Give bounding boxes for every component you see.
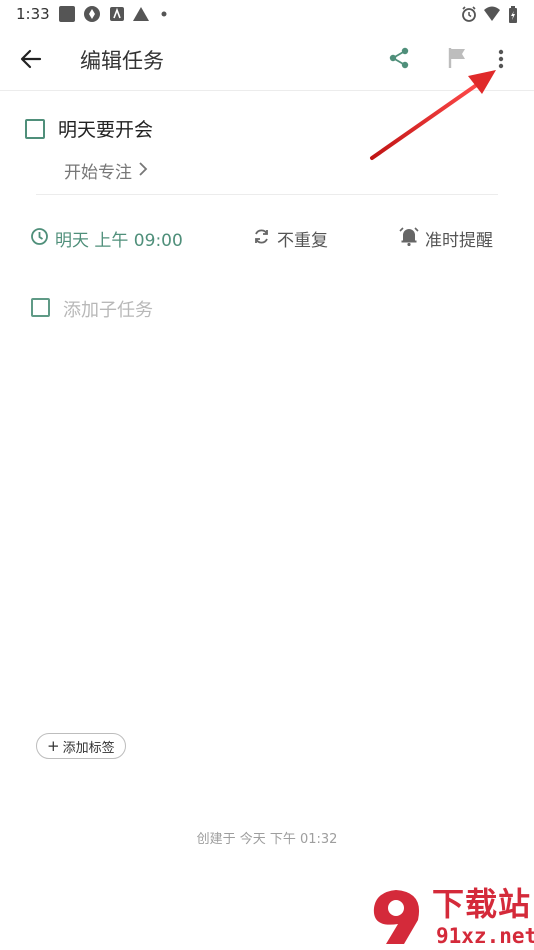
repeat-label: 不重复 <box>277 231 328 251</box>
page-title: 编辑任务 <box>80 49 164 73</box>
created-timestamp: 创建于 今天 下午 01:32 <box>196 832 338 847</box>
alarm-bell-icon <box>399 226 419 251</box>
notification-square-icon <box>59 6 75 22</box>
repeat-icon <box>252 227 271 251</box>
watermark-url: 91xz.net <box>436 924 534 948</box>
due-date-button[interactable]: 明天 上午 09:00 <box>30 226 183 251</box>
add-tag-button[interactable]: + 添加标签 <box>36 733 126 759</box>
site-watermark: 下载站 91xz.net <box>366 885 534 948</box>
alarm-icon <box>461 6 477 22</box>
start-focus-label: 开始专注 <box>64 163 132 183</box>
watermark-logo-icon <box>373 890 420 944</box>
notification-triangle-icon <box>132 6 149 22</box>
clock-icon <box>30 227 49 251</box>
due-date-label: 明天 上午 09:00 <box>55 231 183 251</box>
chevron-right-icon <box>138 161 148 181</box>
watermark-text: 下载站 <box>432 885 532 923</box>
reminder-button[interactable]: 准时提醒 <box>399 226 493 251</box>
notification-app-icon <box>109 6 125 22</box>
notification-aperture-icon <box>84 6 100 22</box>
task-title[interactable]: 明天要开会 <box>58 115 153 142</box>
task-checkbox[interactable] <box>25 119 45 139</box>
subtask-checkbox <box>31 298 50 317</box>
status-bar: 1:33 <box>0 0 534 28</box>
start-focus-link[interactable]: 开始专注 <box>64 158 148 183</box>
add-subtask-input[interactable]: 添加子任务 <box>63 296 153 322</box>
notification-dot-icon <box>160 6 176 22</box>
add-tag-label: 添加标签 <box>62 740 115 756</box>
plus-icon: + <box>47 736 60 755</box>
battery-icon <box>508 6 524 23</box>
divider <box>36 194 498 195</box>
wifi-icon <box>483 6 500 22</box>
repeat-button[interactable]: 不重复 <box>252 226 328 251</box>
status-time: 1:33 <box>16 5 50 23</box>
back-arrow-icon[interactable] <box>20 48 42 70</box>
annotation-arrow <box>370 70 496 160</box>
reminder-label: 准时提醒 <box>425 231 493 251</box>
